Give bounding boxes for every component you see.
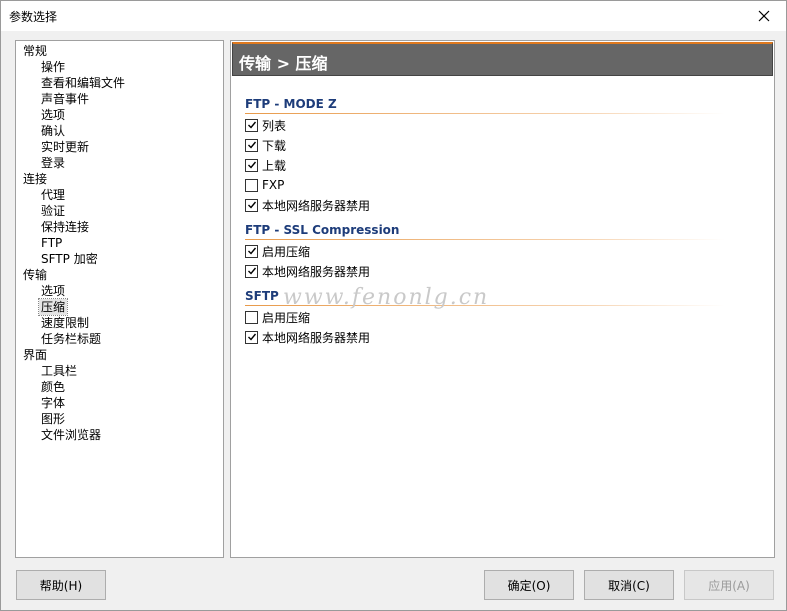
checked-checkbox-icon[interactable] — [245, 158, 258, 172]
option-label: FXP — [262, 178, 285, 192]
tree-item[interactable]: 连接 — [21, 171, 49, 187]
tree-item[interactable]: 选项 — [39, 283, 67, 299]
tree-item[interactable]: 压缩 — [37, 298, 69, 316]
option-label: 本地网络服务器禁用 — [262, 198, 371, 213]
option-checkbox-row[interactable]: FXP — [245, 177, 284, 193]
window-title: 参数选择 — [9, 10, 58, 24]
close-icon — [758, 10, 770, 22]
option-label: 下载 — [262, 138, 287, 153]
checked-checkbox-icon[interactable] — [245, 264, 258, 278]
section-divider — [245, 113, 725, 114]
section-title: SFTP — [245, 289, 279, 303]
tree-item[interactable]: 实时更新 — [39, 139, 91, 155]
option-label: 本地网络服务器禁用 — [262, 264, 371, 279]
tree-item[interactable]: 选项 — [39, 107, 67, 123]
unchecked-checkbox-icon[interactable] — [245, 310, 258, 324]
option-label: 列表 — [262, 118, 287, 133]
tree-item[interactable]: 颜色 — [39, 379, 67, 395]
panel-title: 传输 > 压缩 — [239, 54, 328, 73]
option-label: 启用压缩 — [262, 244, 311, 259]
unchecked-checkbox-icon[interactable] — [245, 178, 258, 192]
tree-item[interactable]: 传输 — [21, 267, 49, 283]
tree-item[interactable]: 字体 — [39, 395, 67, 411]
tree-item[interactable]: 任务栏标题 — [39, 331, 103, 347]
checked-checkbox-icon[interactable] — [245, 198, 258, 212]
option-checkbox-row[interactable]: 列表 — [245, 117, 286, 133]
tree-item[interactable]: 图形 — [39, 411, 67, 427]
tree-item[interactable]: 常规 — [21, 43, 49, 59]
option-label: 上载 — [262, 158, 287, 173]
option-label: 本地网络服务器禁用 — [262, 330, 371, 345]
cancel-button[interactable]: 取消(C) — [584, 570, 674, 600]
section-title: FTP - SSL Compression — [245, 223, 400, 237]
help-button[interactable]: 帮助(H) — [16, 570, 106, 600]
checked-checkbox-icon[interactable] — [245, 244, 258, 258]
option-checkbox-row[interactable]: 本地网络服务器禁用 — [245, 263, 370, 279]
option-label: 启用压缩 — [262, 310, 311, 325]
option-checkbox-row[interactable]: 启用压缩 — [245, 243, 310, 259]
section-divider — [245, 239, 725, 240]
tree-item[interactable]: SFTP 加密 — [39, 251, 100, 267]
tree-item[interactable]: 登录 — [39, 155, 67, 171]
category-tree[interactable]: 常规 操作 查看和编辑文件 声音事件 选项 确认 实时更新 登录 连接 代理 验证 保持连接 FTP SF… — [15, 40, 224, 558]
checked-checkbox-icon[interactable] — [245, 138, 258, 152]
option-checkbox-row[interactable]: 下载 — [245, 137, 286, 153]
tree-item[interactable]: 验证 — [39, 203, 67, 219]
tree-item[interactable]: FTP — [39, 235, 64, 251]
option-checkbox-row[interactable]: 本地网络服务器禁用 — [245, 197, 370, 213]
tree-item[interactable]: 界面 — [21, 347, 49, 363]
close-button[interactable] — [742, 1, 786, 31]
preferences-dialog: 参数选择 常规 操作 查看和编辑文件 声音事件 选项 确认 实时更新 登录 连接 代理 验证 保持连接… — [0, 0, 787, 611]
tree-item[interactable]: 文件浏览器 — [39, 427, 103, 443]
ok-button[interactable]: 确定(O) — [484, 570, 574, 600]
tree-item[interactable]: 工具栏 — [39, 363, 79, 379]
tree-item[interactable]: 确认 — [39, 123, 67, 139]
tree-item[interactable]: 声音事件 — [39, 91, 91, 107]
tree-item[interactable]: 速度限制 — [39, 315, 91, 331]
tree-item[interactable]: 代理 — [39, 187, 67, 203]
tree-item[interactable]: 查看和编辑文件 — [39, 75, 127, 91]
option-checkbox-row[interactable]: 启用压缩 — [245, 309, 310, 325]
option-checkbox-row[interactable]: 本地网络服务器禁用 — [245, 329, 370, 345]
option-checkbox-row[interactable]: 上载 — [245, 157, 286, 173]
tree-item[interactable]: 操作 — [39, 59, 67, 75]
checked-checkbox-icon[interactable] — [245, 330, 258, 344]
checked-checkbox-icon[interactable] — [245, 118, 258, 132]
section-title: FTP - MODE Z — [245, 97, 337, 111]
panel-header: 传输 > 压缩 — [232, 42, 773, 76]
apply-button[interactable]: 应用(A) — [684, 570, 774, 600]
watermark-text: www.fenonlg.cn — [283, 285, 490, 310]
tree-item[interactable]: 保持连接 — [39, 219, 91, 235]
title-bar: 参数选择 — [1, 1, 786, 31]
